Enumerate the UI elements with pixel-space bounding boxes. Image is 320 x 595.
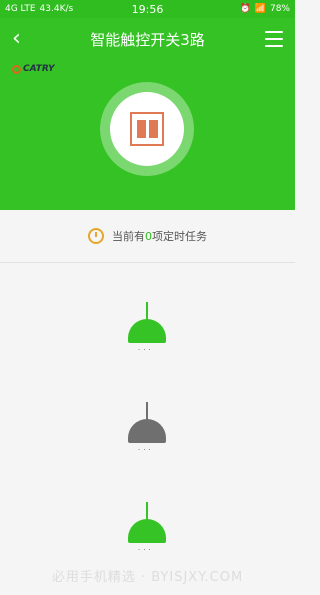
switch-inner — [110, 92, 184, 166]
switch-icon — [130, 112, 164, 146]
lamp-dots: ··· — [138, 446, 154, 454]
lamp-dots: ··· — [138, 546, 154, 554]
lamp-1-button[interactable]: ··· — [126, 302, 168, 362]
timer-label: 当前有0项定时任务 — [112, 230, 207, 243]
speed-label: 43.4K/s — [39, 4, 74, 14]
header: ‹ 智能触控开关3路 CATRY — [0, 18, 295, 210]
network-label: 4G LTE — [5, 4, 36, 14]
lamp-3-button[interactable]: ··· — [126, 502, 168, 562]
watermark: 必用手机精选 · BYISJXY.COM — [51, 570, 244, 585]
wifi-icon: 📶 — [254, 4, 266, 14]
lamp-cord — [146, 502, 148, 520]
lamp-dots: ··· — [138, 346, 154, 354]
lamp-icon — [128, 419, 166, 443]
divider — [0, 262, 295, 263]
nav-bar: ‹ 智能触控开关3路 — [0, 18, 295, 60]
logo-icon — [12, 64, 21, 74]
brand-logo: CATRY — [12, 64, 54, 74]
switch-button[interactable] — [100, 82, 194, 176]
alarm-icon: ⏰ — [239, 4, 251, 14]
battery-label: 78% — [269, 4, 290, 14]
lamp-icon — [128, 319, 166, 343]
logo-text: CATRY — [23, 64, 55, 74]
timer-row[interactable]: 当前有0项定时任务 — [0, 222, 295, 250]
lamp-cord — [146, 402, 148, 420]
page-title: 智能触控开关3路 — [90, 31, 205, 49]
alarm-clock-icon — [88, 228, 104, 244]
status-bar: 4G LTE 43.4K/s 19:56 ⏰ 📶 78% — [0, 0, 295, 18]
lamp-2-button[interactable]: ··· — [126, 402, 168, 462]
lamp-cord — [146, 302, 148, 320]
lamp-icon — [128, 519, 166, 543]
